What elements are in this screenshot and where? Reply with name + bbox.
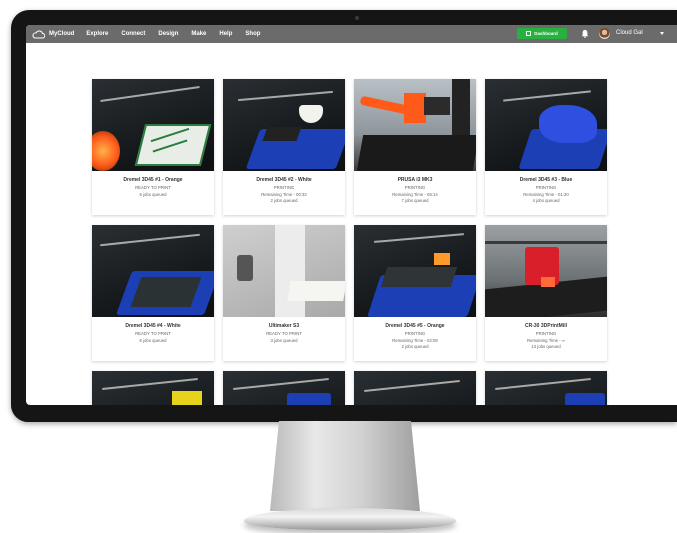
printer-name: Dremel 3D45 #4 - White (125, 323, 181, 329)
printer-camera-thumbnail (354, 79, 476, 171)
printer-card[interactable] (92, 371, 214, 405)
printer-camera-thumbnail (223, 225, 345, 317)
remaining-time: Remaining Time - 02:08 (392, 337, 438, 343)
printer-name: Dremel 3D45 #1 - Orange (123, 177, 183, 183)
nav-help[interactable]: Help (219, 31, 232, 37)
jobs-queued: 3 jobs queued (270, 337, 298, 343)
printer-name: CR-30 3DPrintMill (525, 323, 567, 329)
printer-camera-thumbnail (92, 371, 214, 405)
printer-camera-thumbnail (354, 225, 476, 317)
avatar[interactable] (599, 28, 610, 39)
printer-card[interactable]: Dremel 3D45 #4 - White READY TO PRINT 6 … (92, 225, 214, 361)
jobs-queued: 7 jobs queued (401, 198, 429, 203)
nav-make[interactable]: Make (191, 31, 206, 37)
printer-card[interactable]: Ultimaker S3 READY TO PRINT 3 jobs queue… (223, 225, 345, 361)
printer-status: PRINTING (535, 185, 557, 190)
nav-connect[interactable]: Connect (121, 31, 145, 37)
nav-shop[interactable]: Shop (245, 31, 260, 37)
printer-camera-thumbnail (354, 371, 476, 405)
user-name[interactable]: Cloud Gal (616, 30, 643, 36)
cloud-icon (32, 30, 45, 38)
top-navigation-bar: MyCloud Explore Connect Design Make Help… (26, 25, 677, 43)
dashboard-icon (526, 31, 532, 36)
printer-card[interactable]: Dremel 3D45 #1 - Orange READY TO PRINT 6… (92, 79, 214, 215)
bell-icon[interactable] (581, 29, 589, 38)
printer-name: Dremel 3D45 #3 - Blue (519, 177, 573, 183)
dashboard-label: Dashboard (534, 31, 558, 36)
jobs-queued: 6 jobs queued (139, 191, 167, 197)
monitor-frame: MyCloud Explore Connect Design Make Help… (11, 10, 677, 422)
remaining-time: Remaining Time - 01:20 (523, 191, 569, 197)
jobs-queued: 6 jobs queued (139, 337, 167, 343)
printer-status: READY TO PRINT (266, 331, 302, 336)
monitor-chin (11, 405, 677, 422)
printer-status: READY TO PRINT (135, 185, 171, 190)
jobs-queued: 2 jobs queued (401, 344, 429, 349)
printer-name: Dremel 3D45 #5 - Orange (385, 323, 445, 329)
jobs-queued: 4 jobs queued (532, 198, 560, 203)
printer-card[interactable]: Dremel 3D45 #3 - Blue PRINTING Remaining… (485, 79, 607, 215)
nav-explore[interactable]: Explore (86, 31, 108, 37)
printer-status: PRINTING (273, 185, 295, 190)
remaining-time: Remaining Time - ∞ (527, 337, 565, 343)
webcam (355, 16, 359, 20)
printer-camera-thumbnail (92, 225, 214, 317)
jobs-queued: 13 jobs queued (531, 344, 561, 349)
remaining-time: Remaining Time - 00:32 (261, 191, 307, 197)
remaining-time: Remaining Time - 06:14 (392, 191, 438, 197)
printer-card[interactable]: Dremel 3D45 #2 - White PRINTING Remainin… (223, 79, 345, 215)
chevron-down-icon[interactable] (660, 32, 664, 35)
printer-camera-thumbnail (485, 371, 607, 405)
printer-camera-thumbnail (92, 79, 214, 171)
jobs-queued: 2 jobs queued (270, 198, 298, 203)
monitor-stand (270, 421, 420, 511)
nav-design[interactable]: Design (158, 31, 178, 37)
printer-card[interactable]: Dremel 3D45 #5 - Orange PRINTING Remaini… (354, 225, 476, 361)
printer-name: Dremel 3D45 #2 - White (256, 177, 312, 183)
brand-logo[interactable]: MyCloud (32, 30, 74, 39)
monitor-base (244, 508, 456, 530)
printer-camera-thumbnail (485, 79, 607, 171)
printer-camera-thumbnail (223, 79, 345, 171)
printer-name: Ultimaker S3 (268, 323, 300, 329)
dashboard-button[interactable]: Dashboard (517, 28, 567, 39)
screen: MyCloud Explore Connect Design Make Help… (26, 25, 677, 405)
printer-card[interactable] (354, 371, 476, 405)
printer-card[interactable]: PRUSA i3 MK3 PRINTING Remaining Time - 0… (354, 79, 476, 215)
printer-card[interactable] (485, 371, 607, 405)
printer-status: READY TO PRINT (135, 331, 171, 336)
printer-card[interactable]: CR-30 3DPrintMill PRINTING Remaining Tim… (485, 225, 607, 361)
printer-status: PRINTING (535, 331, 557, 336)
brand-name: MyCloud (49, 31, 75, 37)
printer-card[interactable] (223, 371, 345, 405)
printer-status: PRINTING (404, 331, 426, 336)
printer-status: PRINTING (404, 185, 426, 190)
printer-name: PRUSA i3 MK3 (397, 177, 433, 183)
printer-camera-thumbnail (223, 371, 345, 405)
printer-camera-thumbnail (485, 225, 607, 317)
